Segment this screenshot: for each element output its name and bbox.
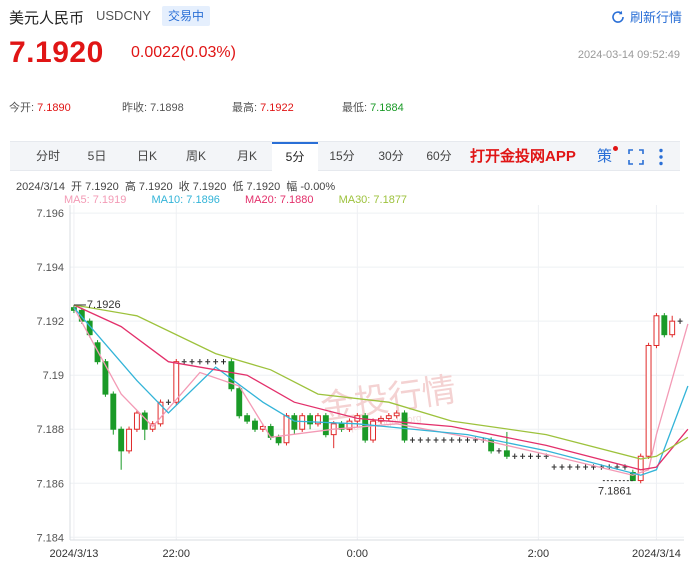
candle-body <box>252 420 258 430</box>
candle-body <box>307 415 314 425</box>
stat-low-value: 7.1884 <box>370 102 404 114</box>
ohlc-readout: 2024/3/14 开 7.1920 高 7.1920 收 7.1920 低 7… <box>16 181 336 193</box>
tab-daily-k[interactable]: 日K <box>130 142 164 171</box>
candle-body <box>236 388 243 417</box>
open-app-link[interactable]: 打开金投网APP <box>470 142 576 171</box>
more-button[interactable] <box>658 142 664 171</box>
quote-timestamp: 2024-03-14 09:52:49 <box>577 49 680 61</box>
header: 美元人民币 USDCNY 交易中 刷新行情 <box>0 0 690 32</box>
x-tick-label: 2024/3/13 <box>49 548 98 560</box>
candle-body <box>228 361 235 390</box>
candle-body <box>133 412 140 430</box>
y-tick-label: 7.19 <box>43 370 64 382</box>
y-tick-label: 7.186 <box>36 478 64 490</box>
y-tick-label: 7.192 <box>36 316 64 328</box>
stat-prev-close-value: 7.1898 <box>150 102 184 114</box>
tab-fenshi[interactable]: 分时 <box>30 142 66 171</box>
candle-body <box>322 415 329 436</box>
stat-high: 最高: 7.1922 <box>232 99 294 115</box>
y-tick-label: 7.196 <box>36 208 64 220</box>
instrument-code: USDCNY <box>96 8 151 23</box>
stat-high-value: 7.1922 <box>260 102 294 114</box>
stat-open-label: 今开: <box>9 102 35 114</box>
y-tick-label: 7.194 <box>36 262 64 274</box>
stat-prev-close: 昨收: 7.1898 <box>122 99 184 115</box>
last-price: 7.1920 <box>9 36 104 69</box>
candle-body <box>126 428 132 452</box>
candle-body <box>283 415 290 444</box>
stats-row: 今开: 7.1890 昨收: 7.1898 最高: 7.1922 最低: 7.1884 <box>0 96 690 118</box>
stat-low: 最低: 7.1884 <box>342 99 404 115</box>
y-tick-label: 7.188 <box>36 424 64 436</box>
refresh-icon <box>612 10 624 23</box>
max-annotation: 7.1926 <box>87 299 121 311</box>
candle-body <box>291 415 298 430</box>
kline-chart[interactable]: 7.196 7.194 7.192 7.19 7.188 7.186 7.184 2024/3… <box>0 205 690 563</box>
candle-body <box>653 315 660 346</box>
candle-body <box>370 420 377 441</box>
tab-weekly-k[interactable]: 周K <box>178 142 214 171</box>
candle-body <box>393 412 400 417</box>
candle-body <box>110 393 117 430</box>
candle-body <box>173 361 180 403</box>
min-annotation: 7.1861 <box>598 486 632 498</box>
fullscreen-icon <box>628 149 644 165</box>
candle-body <box>645 344 652 457</box>
more-vertical-icon <box>659 148 663 166</box>
x-tick-label: 2:00 <box>528 548 549 560</box>
fullscreen-button[interactable] <box>628 142 644 171</box>
refresh-button[interactable]: 刷新行情 <box>610 7 682 26</box>
trading-status-badge: 交易中 <box>162 6 211 26</box>
x-tick-label: 0:00 <box>347 548 368 560</box>
stat-prev-close-label: 昨收: <box>122 102 148 114</box>
x-tick-label: 22:00 <box>163 548 191 560</box>
tab-5min[interactable]: 5分 <box>272 142 318 171</box>
refresh-label: 刷新行情 <box>629 10 682 25</box>
candle-body <box>401 412 408 441</box>
tab-monthly-k[interactable]: 月K <box>228 142 266 171</box>
candle-body <box>244 415 251 422</box>
x-tick-label: 2024/3/14 <box>632 548 681 560</box>
strategy-button[interactable]: 策 <box>597 142 612 171</box>
tab-15min[interactable]: 15分 <box>324 142 360 171</box>
stat-high-label: 最高: <box>232 102 258 114</box>
candle-body <box>669 320 676 336</box>
stat-open-value: 7.1890 <box>37 102 71 114</box>
candle-body <box>141 412 148 430</box>
tab-60min[interactable]: 60分 <box>420 142 458 171</box>
y-tick-label: 7.184 <box>36 532 64 544</box>
instrument-name: 美元人民币 <box>9 10 85 27</box>
stat-open: 今开: 7.1890 <box>9 99 71 115</box>
candle-body <box>299 415 306 430</box>
candle-body <box>385 415 392 419</box>
candle-body <box>275 436 282 444</box>
candle-body <box>637 455 644 482</box>
candle-body <box>661 315 668 336</box>
tab-5day[interactable]: 5日 <box>80 142 114 171</box>
period-tabbar: 分时 5日 日K 周K 月K 5分 15分 30分 60分 打开金投网APP 策 <box>10 141 680 171</box>
notification-dot <box>613 146 618 151</box>
candle-body <box>503 450 510 457</box>
grid <box>70 205 684 540</box>
stat-low-label: 最低: <box>342 102 368 114</box>
price-change: 0.0022(0.03%) <box>131 44 236 61</box>
candle-body <box>118 428 125 452</box>
tab-30min[interactable]: 30分 <box>372 142 410 171</box>
